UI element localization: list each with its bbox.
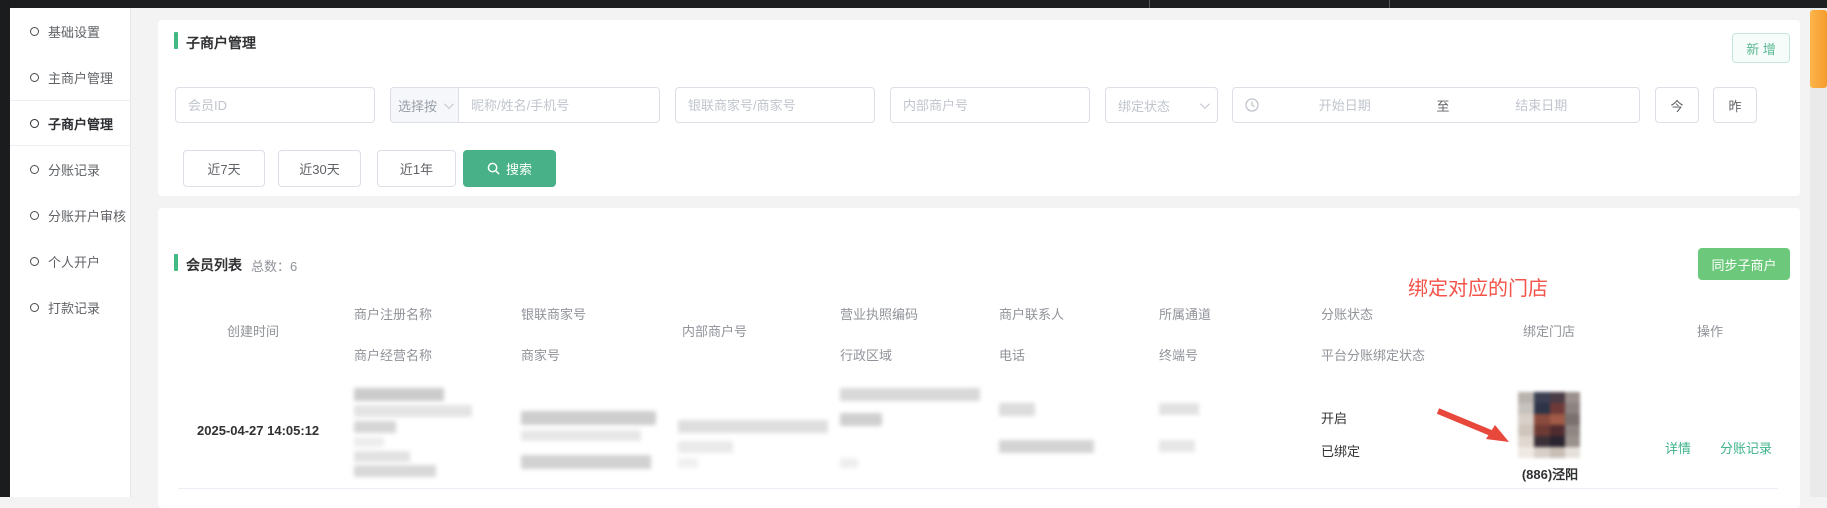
col-header-contact: 商户联系人电话	[999, 304, 1064, 364]
last-30-days-button[interactable]: 近30天	[278, 150, 361, 187]
member-list-title: 会员列表	[186, 255, 242, 275]
row-divider	[178, 488, 1778, 489]
total-count-label: 总数：6	[251, 256, 297, 275]
store-photo-thumbnail[interactable]	[1518, 392, 1580, 458]
redacted-text	[840, 388, 980, 401]
col-header-license: 营业执照编码行政区域	[840, 304, 918, 364]
internal-merchant-input[interactable]	[890, 87, 1090, 123]
sidebar-item-payout-records[interactable]: 打款记录	[10, 284, 130, 330]
start-date-input[interactable]	[1259, 98, 1431, 113]
col-header-channel: 所属通道终端号	[1159, 304, 1211, 364]
radio-circle-icon	[30, 27, 39, 36]
cell-created-at: 2025-04-27 14:05:12	[197, 423, 319, 438]
sidebar: 基础设置 主商户管理 子商户管理 分账记录 分账开户审核 个人开户 打款记录	[10, 8, 131, 497]
sidebar-item-label: 分账记录	[48, 160, 100, 179]
tab-separator	[1149, 0, 1150, 8]
redacted-text	[354, 451, 410, 462]
col-header-internal-no: 内部商户号	[682, 321, 747, 340]
col-header-bound-store: 绑定门店	[1523, 321, 1575, 340]
redacted-text	[678, 458, 698, 468]
select-by-label: 选择按	[398, 96, 437, 115]
scrollbar-thumb[interactable]	[1810, 10, 1827, 88]
sidebar-item-label: 个人开户	[48, 252, 100, 271]
search-button-label: 搜索	[506, 159, 532, 178]
radio-circle-icon	[30, 73, 39, 82]
tab-separator	[1389, 0, 1390, 8]
yesterday-button[interactable]: 昨	[1713, 87, 1757, 123]
unionpay-merchant-input[interactable]	[675, 87, 875, 123]
radio-circle-icon	[30, 165, 39, 174]
keyword-input[interactable]	[459, 88, 659, 122]
sidebar-item-split-account-review[interactable]: 分账开户审核	[10, 192, 130, 238]
bind-status-label: 绑定状态	[1118, 96, 1170, 115]
col-header-unionpay-no: 银联商家号商家号	[521, 304, 586, 364]
redacted-text	[678, 441, 733, 453]
sidebar-item-personal-account[interactable]: 个人开户	[10, 238, 130, 284]
window-edge	[0, 0, 10, 497]
red-annotation-text: 绑定对应的门店	[1408, 272, 1548, 301]
radio-circle-icon	[30, 211, 39, 220]
redacted-text	[1159, 440, 1195, 452]
sidebar-item-label: 子商户管理	[48, 114, 113, 133]
redacted-text	[354, 465, 436, 477]
detail-link[interactable]: 详情	[1665, 438, 1691, 457]
last-7-days-button[interactable]: 近7天	[183, 150, 265, 187]
search-button[interactable]: 搜索	[463, 150, 556, 187]
member-list-panel: 会员列表 总数：6 同步子商户 绑定对应的门店 创建时间 商户注册名称商户经营名…	[158, 208, 1800, 508]
radio-circle-icon	[30, 257, 39, 266]
add-button[interactable]: 新 增	[1732, 33, 1790, 63]
redacted-text	[1159, 403, 1199, 415]
redacted-text	[999, 403, 1035, 416]
redacted-text	[521, 455, 651, 469]
radio-circle-icon	[30, 303, 39, 312]
sidebar-item-label: 打款记录	[48, 298, 100, 317]
panel-accent-bar	[174, 254, 178, 271]
radio-circle-icon	[30, 119, 39, 128]
sidebar-item-label: 基础设置	[48, 22, 100, 41]
sync-sub-merchant-button[interactable]: 同步子商户	[1698, 248, 1790, 280]
sidebar-item-split-records[interactable]: 分账记录	[10, 146, 130, 192]
sidebar-item-label: 主商户管理	[48, 68, 113, 87]
cell-store-name: (886)泾阳	[1495, 464, 1605, 483]
panel-accent-bar	[174, 32, 178, 49]
red-arrow-annotation	[1435, 406, 1515, 448]
bind-status-dropdown[interactable]: 绑定状态	[1105, 87, 1218, 123]
filter-panel: 子商户管理 新 增 选择按 绑定状态 至 今 昨 近7天 近30天 近1年	[158, 20, 1800, 196]
keyword-search-group: 选择按	[390, 87, 660, 123]
redacted-text	[354, 421, 396, 433]
redacted-text	[521, 411, 656, 425]
last-1-year-button[interactable]: 近1年	[377, 150, 456, 187]
search-icon	[487, 162, 500, 175]
browser-tabstrip	[0, 0, 1827, 8]
col-header-split-status: 分账状态平台分账绑定状态	[1321, 304, 1425, 364]
redacted-text	[999, 440, 1094, 453]
redacted-text	[521, 430, 641, 441]
col-header-created-at: 创建时间	[227, 321, 279, 340]
redacted-text	[840, 413, 882, 426]
cell-platform-bind-status: 已绑定	[1321, 441, 1360, 460]
cell-split-status: 开启	[1321, 408, 1347, 427]
chevron-down-icon	[444, 99, 454, 109]
col-header-actions: 操作	[1697, 321, 1723, 340]
clock-icon	[1245, 98, 1259, 112]
redacted-text	[840, 458, 858, 468]
date-range-separator: 至	[1431, 96, 1456, 115]
split-records-link[interactable]: 分账记录	[1720, 438, 1772, 457]
redacted-text	[354, 405, 472, 417]
member-id-input[interactable]	[175, 87, 375, 123]
sidebar-item-sub-merchant[interactable]: 子商户管理	[10, 100, 130, 146]
sidebar-item-main-merchant[interactable]: 主商户管理	[10, 54, 130, 100]
date-range-picker[interactable]: 至	[1232, 87, 1640, 123]
col-header-merchant-name: 商户注册名称商户经营名称	[354, 304, 432, 364]
page-title: 子商户管理	[186, 33, 256, 53]
end-date-input[interactable]	[1456, 98, 1628, 113]
today-button[interactable]: 今	[1655, 87, 1699, 123]
sidebar-item-basic-settings[interactable]: 基础设置	[10, 8, 130, 54]
redacted-text	[678, 420, 828, 433]
redacted-text	[354, 437, 384, 447]
chevron-down-icon	[1200, 99, 1210, 109]
redacted-text	[354, 388, 444, 401]
select-by-dropdown[interactable]: 选择按	[391, 88, 459, 122]
sidebar-item-label: 分账开户审核	[48, 206, 126, 225]
